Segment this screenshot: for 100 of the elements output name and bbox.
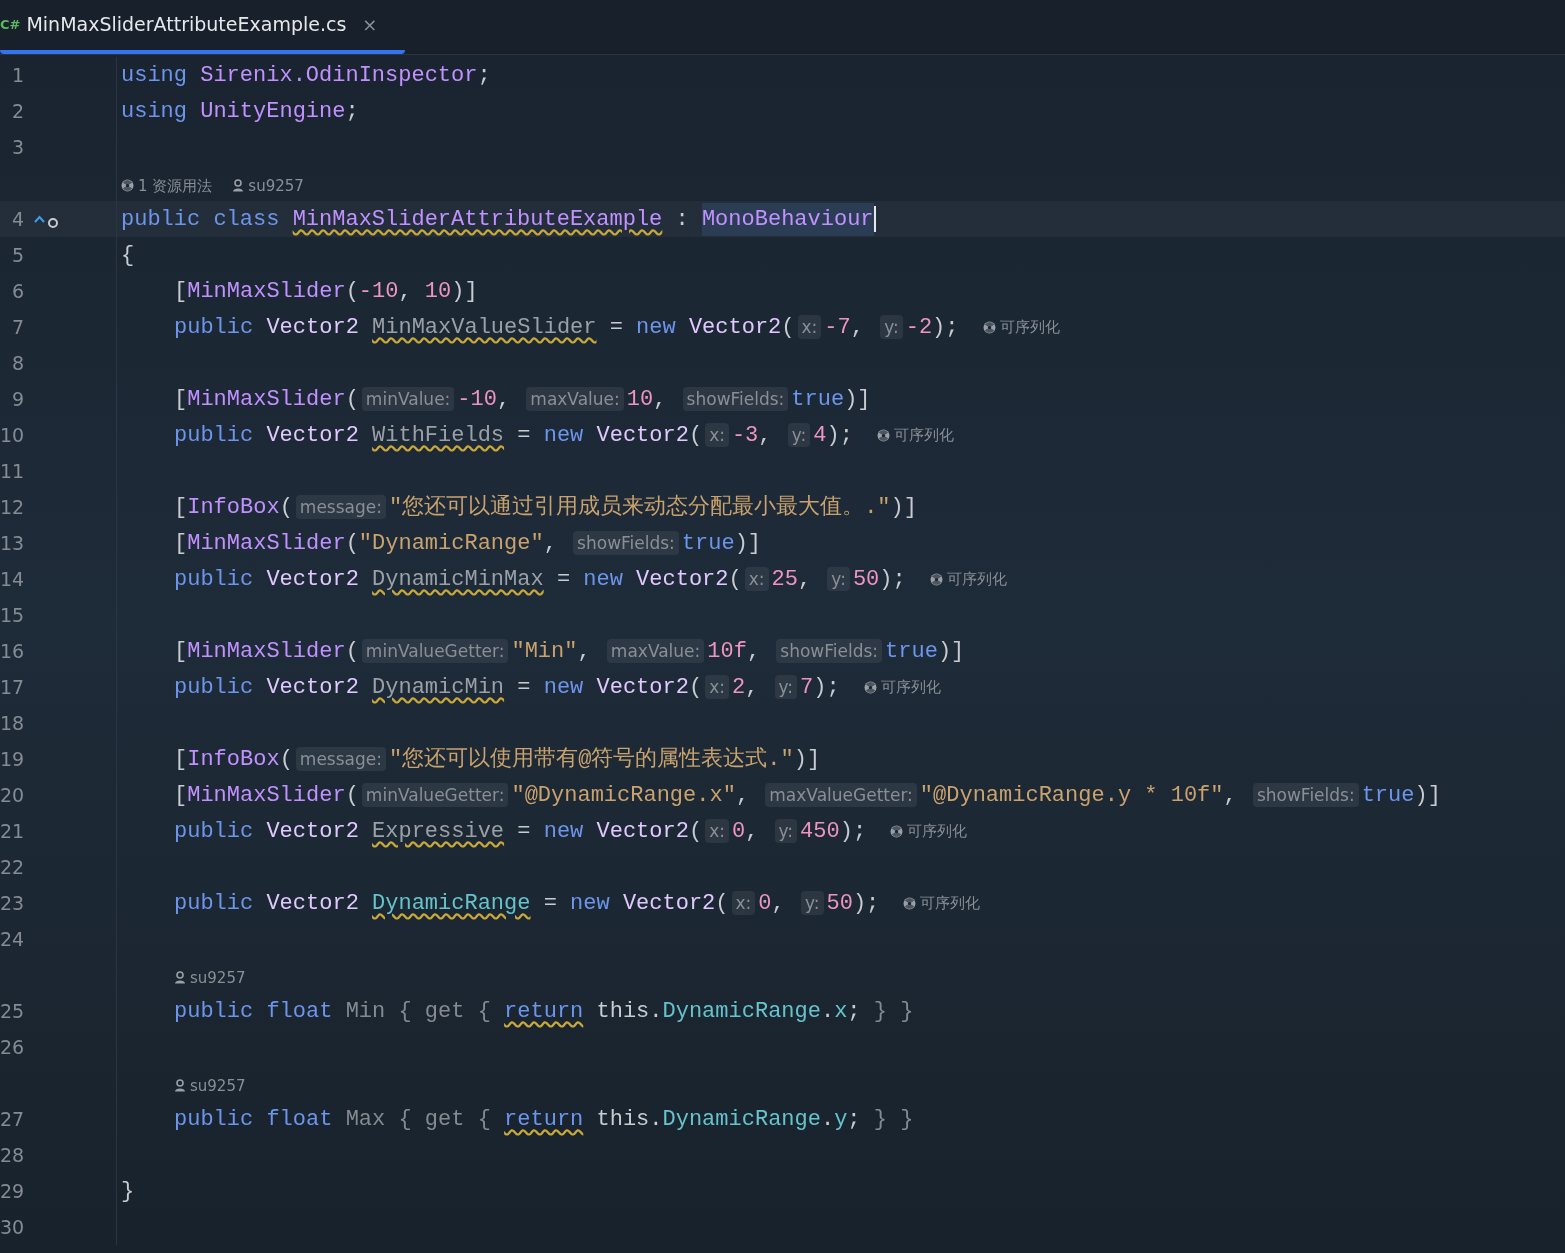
parameter-hint: y: <box>774 819 798 843</box>
code-token: ( <box>688 421 703 450</box>
tab-title: MinMaxSliderAttributeExample.cs <box>26 12 347 38</box>
code-token: ; <box>477 61 491 90</box>
code-token: "您还可以通过引用成员来动态分配最小最大值。." <box>388 493 891 522</box>
code-token: Vector2 <box>266 565 360 594</box>
code-token: , <box>745 817 760 846</box>
code-token: MonoBehaviour <box>701 202 874 236</box>
parameter-hint: y: <box>774 675 798 699</box>
line-number: 26 <box>0 1034 24 1060</box>
code-token: [ <box>174 781 188 810</box>
code-token: y <box>834 1105 848 1134</box>
code-token: = <box>516 673 532 702</box>
line-number: 27 <box>0 1106 24 1132</box>
parameter-hint: y: <box>827 567 850 591</box>
line-number: 13 <box>0 530 24 556</box>
serializable-label: 可序列化 <box>880 676 941 698</box>
parameter-hint: message: <box>295 495 386 519</box>
line-number: 14 <box>0 566 24 592</box>
code-token: new <box>543 817 585 846</box>
code-token: Vector2 <box>266 889 360 918</box>
code-token: 10f <box>707 637 747 666</box>
code-token: Vector2 <box>266 421 360 450</box>
parameter-hint: minValue: <box>361 387 455 411</box>
code-token: Vector2 <box>266 313 360 342</box>
usages-link[interactable]: 1 资源用法 <box>121 174 213 197</box>
code-token: Expressive <box>372 817 505 846</box>
close-button[interactable]: × <box>362 11 378 38</box>
parameter-hint: maxValue: <box>606 639 705 663</box>
code-token: ( <box>728 565 742 594</box>
parameter-hint: showFields: <box>682 387 789 411</box>
serializable-label: 可序列化 <box>920 892 981 914</box>
line-number: 7 <box>10 314 24 340</box>
code-token: 10 <box>626 385 654 414</box>
serializable-label: 可序列化 <box>893 424 954 446</box>
code-token: "DynamicRange" <box>358 529 544 558</box>
code-token: using <box>121 61 188 90</box>
code-token: InfoBox <box>187 493 280 522</box>
parameter-hint: minValueGetter: <box>361 783 509 807</box>
code-token: [ <box>174 745 188 774</box>
code-token: public float <box>174 1105 334 1134</box>
code-token: DynamicMinMax <box>372 565 544 594</box>
code-token: Vector2 <box>596 817 689 846</box>
line-number: 5 <box>10 242 24 268</box>
line-number: 8 <box>10 350 24 376</box>
code-token: ( <box>345 385 359 414</box>
code-token: )] <box>890 493 917 522</box>
serializable-label: 可序列化 <box>999 316 1060 338</box>
code-token: , <box>771 889 786 918</box>
parameter-hint: minValueGetter: <box>361 639 509 663</box>
code-token: , <box>496 385 512 414</box>
code-token: -3 <box>731 421 759 450</box>
parameter-hint: showFields: <box>573 531 679 555</box>
code-token: MinMaxSlider <box>187 781 346 810</box>
code-token: DynamicRange <box>662 997 821 1026</box>
code-token: "@DynamicRange.x" <box>511 781 736 810</box>
line-number: 28 <box>0 1142 24 1168</box>
code-token: new <box>543 421 585 450</box>
code-token: 50 <box>826 889 853 918</box>
code-token: "Min" <box>511 637 578 666</box>
code-token: DynamicRange <box>662 1105 821 1134</box>
code-token: new <box>583 565 624 594</box>
parameter-hint: x: <box>705 423 729 447</box>
code-token: , <box>543 529 558 558</box>
code-token: return <box>504 997 584 1026</box>
code-token: ( <box>345 529 359 558</box>
code-token: MinMaxSlider <box>187 385 346 414</box>
line-number: 18 <box>0 710 24 736</box>
code-token: ( <box>279 493 293 522</box>
code-token: 2 <box>731 673 746 702</box>
author-link[interactable]: su9257 <box>174 1074 246 1097</box>
code-token: 450 <box>800 817 840 846</box>
code-token: public class <box>121 205 281 234</box>
code-token: [ <box>174 637 188 666</box>
code-token: ; <box>847 1105 861 1134</box>
line-number: 3 <box>10 134 24 160</box>
code-token: , <box>797 565 813 594</box>
author-link[interactable]: su9257 <box>174 966 246 989</box>
code-token: true <box>681 529 735 558</box>
code-token: MinMaxSlider <box>187 529 346 558</box>
author-link[interactable]: su9257 <box>232 174 304 197</box>
code-token: MinMaxSlider <box>187 637 346 666</box>
line-number: 23 <box>0 890 24 916</box>
code-token: Vector2 <box>622 889 716 918</box>
code-token: )] <box>734 529 762 558</box>
parameter-hint: y: <box>787 423 811 447</box>
parameter-hint: y: <box>800 891 824 915</box>
code-token: Vector2 <box>596 673 689 702</box>
serializable-label: 可序列化 <box>907 820 968 842</box>
line-number: 16 <box>0 638 24 664</box>
code-token: ; <box>847 997 861 1026</box>
parameter-hint: y: <box>880 315 903 339</box>
parameter-hint: message: <box>295 747 386 771</box>
code-token: Vector2 <box>636 565 729 594</box>
code-token: ; <box>345 97 359 126</box>
code-token: "您还可以使用带有@符号的属性表达式." <box>388 745 794 774</box>
line-number: 17 <box>0 674 24 700</box>
code-token: public <box>174 673 255 702</box>
line-number: 10 <box>0 422 24 448</box>
code-token: InfoBox <box>187 745 280 774</box>
